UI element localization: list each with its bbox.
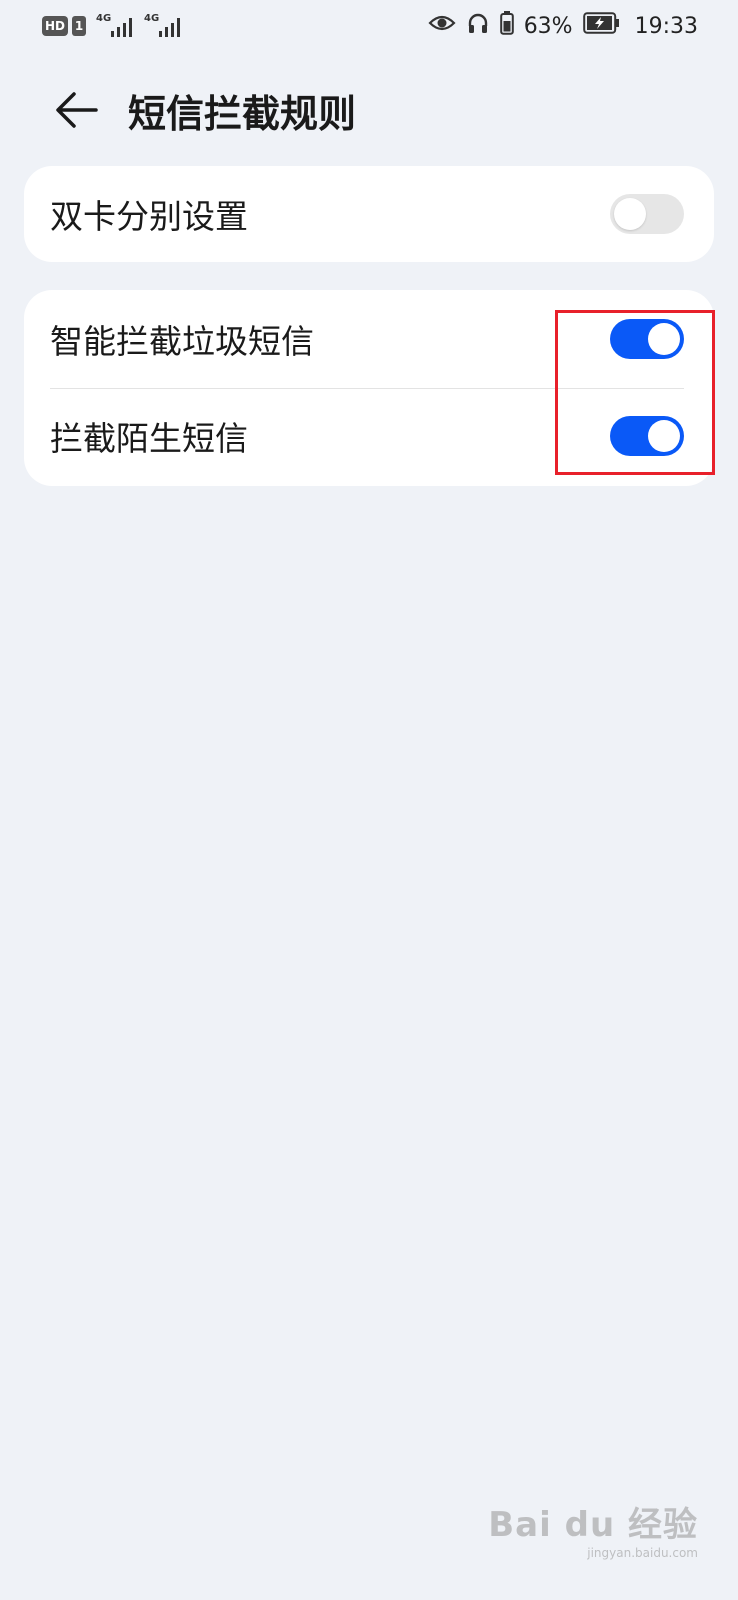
smart-block-toggle[interactable] (610, 319, 684, 359)
toggle-knob (648, 420, 680, 452)
network-type-label: 4G (96, 13, 112, 24)
baidu-watermark: Bai du 经验 jingyan.baidu.com (488, 1497, 698, 1560)
charging-battery-icon (582, 12, 621, 40)
battery-percent: 63% (523, 13, 573, 39)
eye-icon (428, 13, 456, 39)
app-header: 短信拦截规则 (0, 70, 738, 150)
hd-badge: HD (42, 16, 69, 36)
sim-badge: 1 (72, 16, 87, 36)
dual-sim-label: 双卡分别设置 (50, 197, 248, 236)
status-bar: HD 1 4G 4G 63% 19:33 (0, 0, 738, 52)
screen: HD 1 4G 4G 63% 19:33 短信拦截规则 双卡分别设置 智能拦截垃… (0, 0, 738, 1600)
smart-block-label: 智能拦截垃圾短信 (50, 322, 314, 361)
toggle-knob (648, 323, 680, 355)
headphones-icon (466, 11, 490, 41)
dual-sim-row[interactable]: 双卡分别设置 (24, 166, 714, 262)
watermark-main: Bai du 经验 (488, 1505, 698, 1545)
back-arrow-icon (56, 92, 98, 128)
block-rules-card: 智能拦截垃圾短信 拦截陌生短信 (24, 290, 714, 486)
smart-block-row[interactable]: 智能拦截垃圾短信 (24, 290, 714, 388)
status-bar-right: 63% 19:33 (428, 11, 698, 41)
network-type-label: 4G (144, 13, 160, 24)
block-stranger-row[interactable]: 拦截陌生短信 (24, 388, 714, 484)
block-stranger-label: 拦截陌生短信 (50, 419, 248, 458)
signal-icon: 4G (144, 13, 182, 37)
dual-sim-toggle[interactable] (610, 194, 684, 234)
dual-sim-card: 双卡分别设置 (24, 166, 714, 262)
watermark-sub: jingyan.baidu.com (587, 1546, 698, 1560)
block-stranger-toggle[interactable] (610, 416, 684, 456)
battery-icon (499, 11, 514, 41)
status-bar-left: HD 1 4G 4G (42, 13, 182, 37)
signal-icon: 4G (96, 13, 134, 37)
page-title: 短信拦截规则 (128, 91, 357, 136)
toggle-knob (614, 198, 646, 230)
back-button[interactable] (46, 80, 106, 140)
clock: 19:33 (634, 13, 698, 39)
